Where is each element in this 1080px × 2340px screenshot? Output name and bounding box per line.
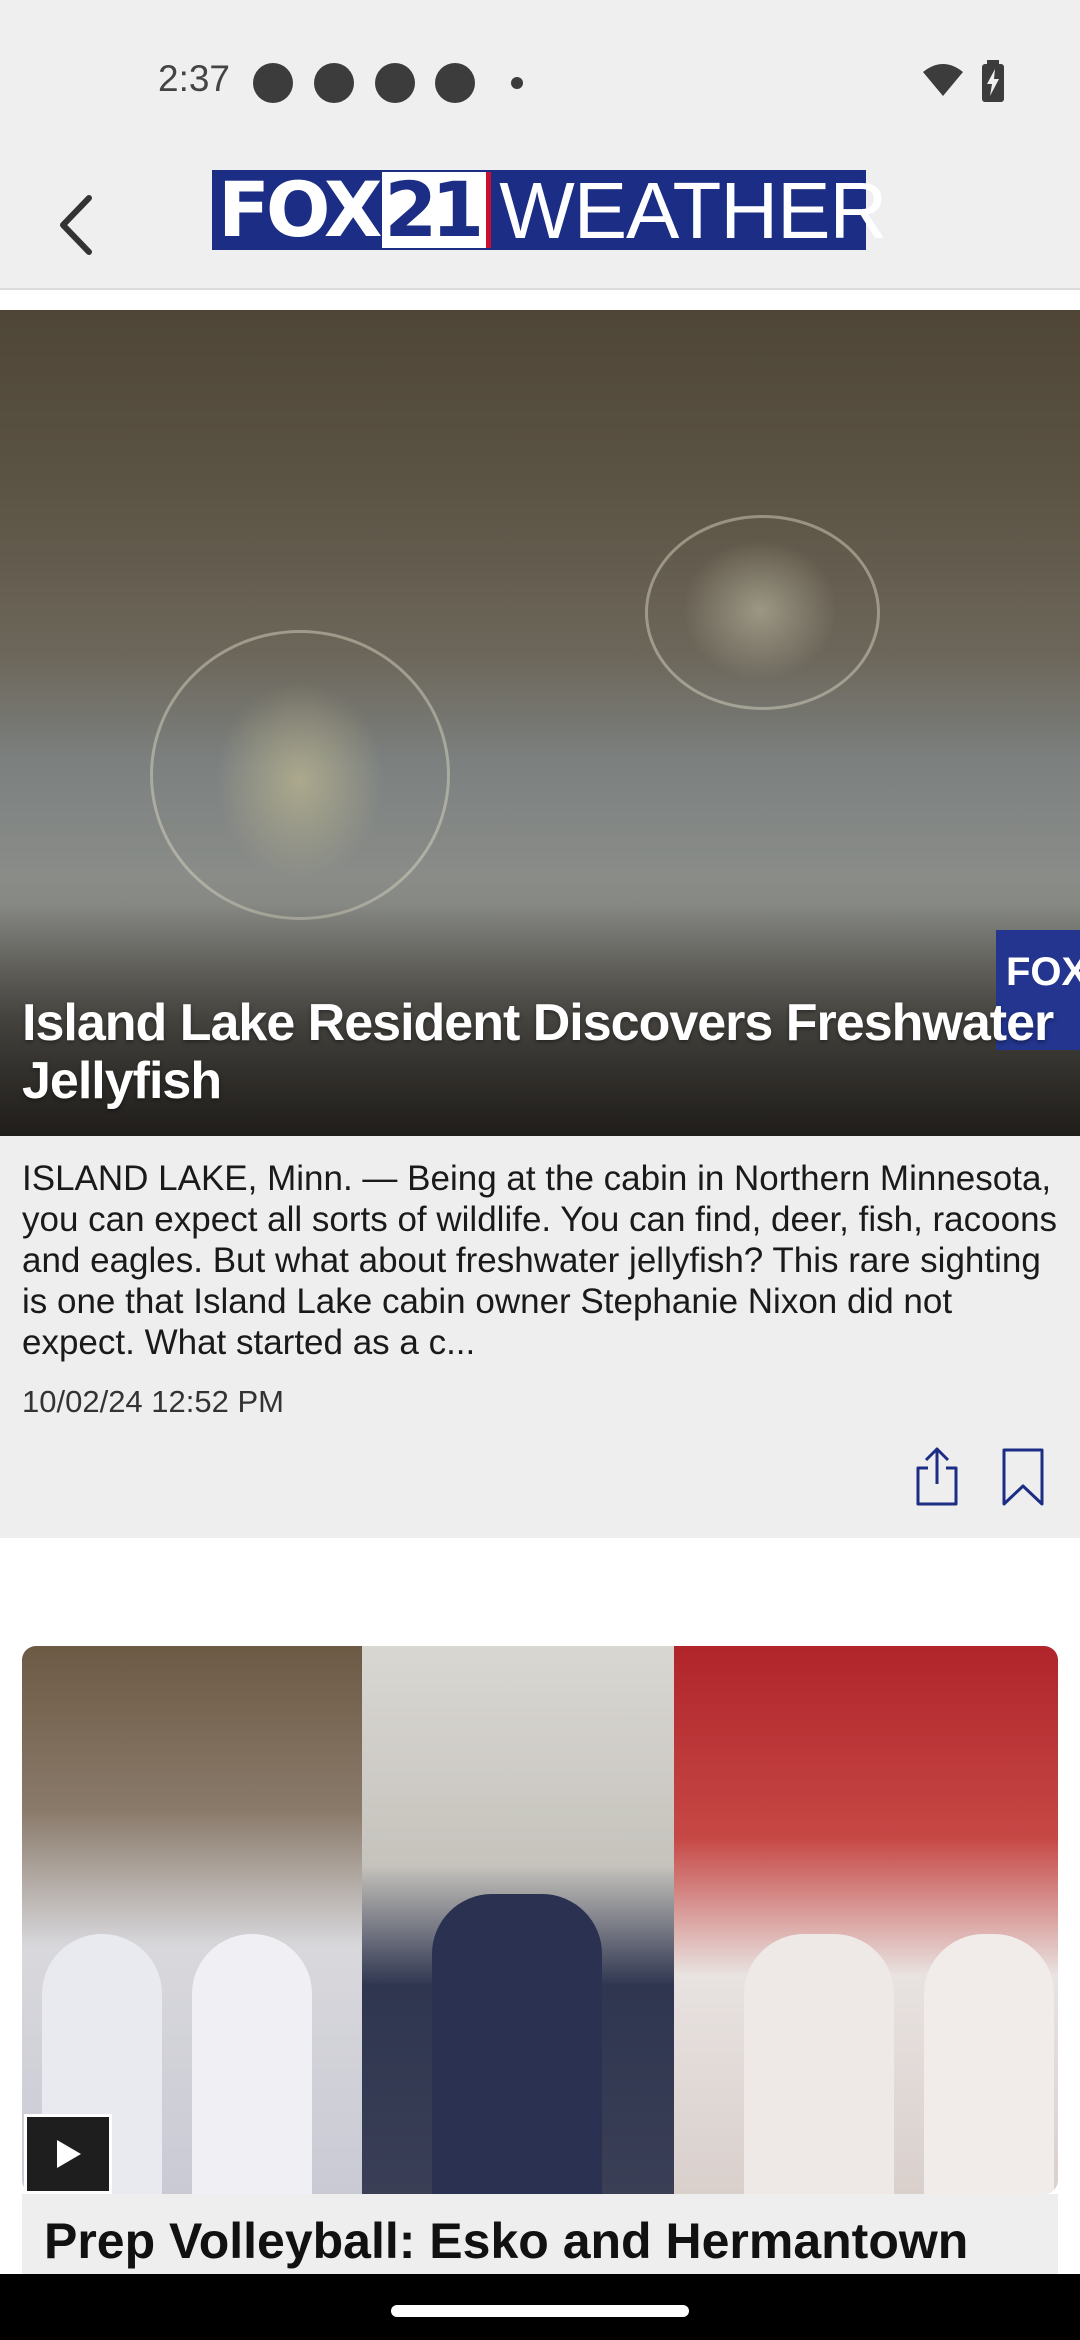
wifi-icon <box>923 64 963 96</box>
play-icon <box>57 2140 81 2168</box>
more-notifications-icon <box>511 77 523 89</box>
share-icon <box>916 1447 958 1506</box>
back-button[interactable] <box>30 180 120 270</box>
notification-dot-icon <box>253 63 293 103</box>
logo-fox-text: FOX <box>218 165 382 254</box>
status-bar: 2:37 <box>0 0 1080 160</box>
status-time: 2:37 <box>158 58 231 99</box>
battery-charging-icon <box>982 60 1004 102</box>
fox21-weather-logo: FOX 21 WEATHER <box>212 165 887 254</box>
featured-article-summary: ISLAND LAKE, Minn. — Being at the cabin … <box>22 1159 1058 1362</box>
jellyfish-shape <box>645 515 880 710</box>
share-button[interactable] <box>912 1446 962 1513</box>
player-figure <box>924 1934 1054 2194</box>
notification-dot-icon <box>375 63 415 103</box>
player-figure <box>192 1934 312 2194</box>
volleyball-photo-panel <box>674 1646 1058 2194</box>
notification-dot-icon <box>314 63 354 103</box>
featured-article-title[interactable]: Island Lake Resident Discovers Freshwate… <box>22 994 1062 1110</box>
logo-weather-text: WEATHER <box>499 166 887 255</box>
player-figure <box>432 1894 602 2194</box>
app-header: FOX 21 WEATHER <box>0 160 1080 290</box>
bookmark-icon <box>1002 1448 1044 1506</box>
notification-dot-icon <box>435 63 475 103</box>
second-article-title[interactable]: Prep Volleyball: Esko and Hermantown <box>44 2212 1044 2270</box>
featured-article-date: 10/02/24 12:52 PM <box>22 1384 284 1419</box>
chevron-left-icon <box>60 195 92 255</box>
volleyball-photo-panel <box>22 1646 362 2194</box>
bookmark-button[interactable] <box>1000 1446 1046 1513</box>
home-indicator[interactable] <box>391 2305 689 2317</box>
play-video-button[interactable] <box>24 2114 112 2194</box>
featured-article-card[interactable]: FOX Island Lake Resident Discovers Fresh… <box>0 310 1080 1538</box>
logo-21-text: 21 <box>382 172 492 248</box>
volleyball-photo-panel <box>362 1646 674 2194</box>
player-figure <box>744 1934 894 2194</box>
second-article-image[interactable] <box>22 1646 1058 2194</box>
